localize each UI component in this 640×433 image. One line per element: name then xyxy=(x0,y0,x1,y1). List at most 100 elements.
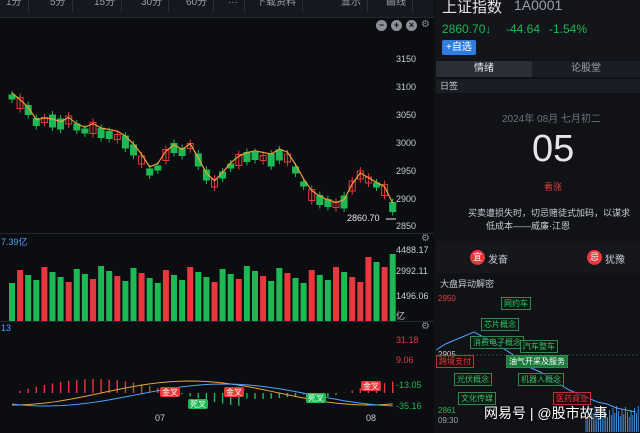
volume-bar xyxy=(260,276,267,321)
volume-tick: 2992.11 xyxy=(396,266,428,276)
calendar-date: 2024年 08月 七月初二 xyxy=(502,114,601,125)
fortune-row: 宜 发奋 忌 犹豫 xyxy=(436,241,640,273)
volume-bar xyxy=(73,269,80,321)
macd-tick: 9.06 xyxy=(396,355,414,365)
price-tick: 2950 xyxy=(396,166,417,176)
watermark: 网易号 | @股市故事 xyxy=(484,405,608,421)
volume-bar xyxy=(130,268,137,321)
volume-bar xyxy=(41,267,48,321)
yi-badge: 宜 xyxy=(470,250,485,265)
mini-time: 09:30 xyxy=(438,416,459,425)
candle-body xyxy=(146,168,154,176)
last-price-label: 2860.70 xyxy=(347,213,380,223)
concept-tag-highlight[interactable]: 油气开采及服务 xyxy=(506,355,568,368)
x-axis-label: 07 xyxy=(155,413,166,423)
add-watchlist-button[interactable]: +自选 xyxy=(442,40,476,55)
concept-tag[interactable]: 消费电子概念 xyxy=(470,336,524,349)
volume-bar xyxy=(333,267,339,321)
price-tick: 3150 xyxy=(396,54,417,64)
candle-body xyxy=(275,149,283,161)
volume-bar xyxy=(162,270,169,321)
candle-body xyxy=(389,202,397,212)
volume-bar xyxy=(57,277,64,321)
candle-body xyxy=(105,131,113,139)
volume-bar xyxy=(122,281,129,321)
volume-bar xyxy=(252,271,258,321)
signal-marker-label: 金叉 xyxy=(162,387,178,397)
volume-label: 7.39亿 xyxy=(1,237,28,247)
price-tick: 3050 xyxy=(396,110,417,120)
volume-bar xyxy=(98,266,105,321)
quote-line: 买卖遭损失时，切忌赌徒式加码，以谋求 xyxy=(468,208,631,218)
signal-marker-label: 死叉 xyxy=(190,400,206,409)
volume-bar xyxy=(365,257,372,321)
candle-body xyxy=(267,153,275,167)
chart-area[interactable]: 1分 5分 15分 30分 60分 ··· 下载资料 显示 画线 − + × ⚙… xyxy=(0,0,434,433)
volume-bar xyxy=(17,270,24,321)
volume-bar xyxy=(235,279,242,321)
gear-icon[interactable]: ⚙ xyxy=(421,233,430,244)
divider xyxy=(0,321,434,322)
concept-tag[interactable]: 芯片概念 xyxy=(481,318,519,331)
volume-bar xyxy=(179,280,186,321)
volume-bar xyxy=(203,277,210,321)
volume-bar xyxy=(268,281,275,321)
mini-y-top: 2950 xyxy=(438,294,456,303)
volume-bar xyxy=(219,269,226,321)
volume-bar xyxy=(284,273,291,321)
volume-bar xyxy=(381,267,388,321)
volume-tick: 1496.06 xyxy=(396,291,429,301)
ma-line xyxy=(11,92,394,204)
volume-bar xyxy=(341,272,348,321)
candle-body xyxy=(81,128,89,134)
volume-bar xyxy=(211,282,218,321)
concept-tag[interactable]: 跨境支付 xyxy=(436,355,474,368)
quote-panel: 上证指数 1A0001 2860.70↓ -44.64 -1.54% +自选 情… xyxy=(436,0,640,433)
candle-body xyxy=(251,152,259,160)
index-code: 1A0001 xyxy=(514,0,563,13)
volume-bar xyxy=(349,277,356,321)
yi-text: 发奋 xyxy=(488,255,508,266)
candle-body xyxy=(8,94,16,100)
price: 2860.70↓ xyxy=(442,22,492,36)
concept-tag[interactable]: 机器人概念 xyxy=(518,373,564,386)
tab-sentiment[interactable]: 情绪 xyxy=(436,61,532,77)
mini-y-bottom: 2861 xyxy=(438,406,456,415)
volume-bar xyxy=(243,266,250,321)
concept-tag[interactable]: 光伏概念 xyxy=(454,373,492,386)
price-tick: 3100 xyxy=(396,82,417,92)
volume-bar xyxy=(25,275,32,321)
anomaly-section-title: 大盘异动解密 xyxy=(440,279,495,289)
volume-bar xyxy=(316,275,323,321)
signal-marker-label: 金叉 xyxy=(226,387,242,397)
concept-tag[interactable]: 网约车 xyxy=(501,297,531,310)
macd-tick: -13.05 xyxy=(396,380,422,390)
price-tick: 3000 xyxy=(396,138,417,148)
change-pct: -1.54% xyxy=(549,22,588,36)
volume-bar xyxy=(65,282,72,321)
ji-text: 犹豫 xyxy=(605,255,625,266)
quote-line: 低成本——威廉·江恩 xyxy=(486,221,570,231)
volume-bar xyxy=(146,278,153,321)
macd-tick: 31.18 xyxy=(396,335,419,345)
volume-bar xyxy=(308,270,315,321)
tab-forum[interactable]: 论股堂 xyxy=(532,61,640,77)
volume-bar xyxy=(106,271,113,321)
volume-bar xyxy=(154,283,161,321)
concept-tag[interactable]: 汽车整车 xyxy=(520,340,558,353)
volume-bar xyxy=(195,272,202,321)
volume-bar xyxy=(292,278,299,321)
price-tick: 2900 xyxy=(396,194,417,204)
candle-body xyxy=(194,153,202,167)
ji-badge: 忌 xyxy=(587,250,602,265)
gear-icon[interactable]: ⚙ xyxy=(421,321,430,332)
calendar-day: 05 xyxy=(532,128,575,170)
candle-body xyxy=(154,165,162,171)
divider xyxy=(0,233,434,234)
volume-bar xyxy=(389,254,396,321)
candle-body xyxy=(340,195,348,209)
calendar-mood: 看涨 xyxy=(544,182,563,192)
price-tick: 2850 xyxy=(396,221,417,231)
volume-bar xyxy=(90,279,96,321)
volume-bar xyxy=(276,268,283,321)
